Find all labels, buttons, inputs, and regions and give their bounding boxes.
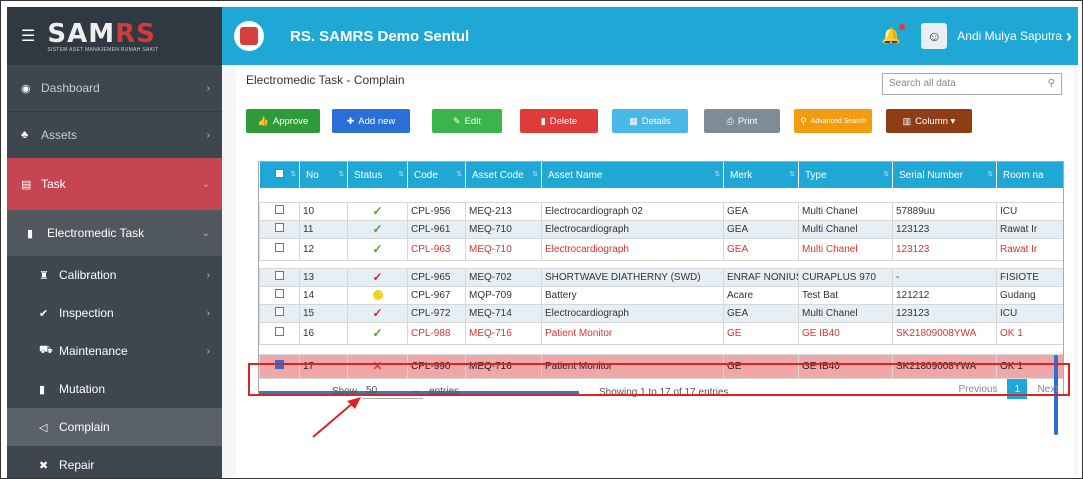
mutation-icon: ▮ — [39, 383, 46, 396]
assets-icon: ♣ — [21, 129, 29, 141]
row-checkbox[interactable] — [275, 327, 284, 336]
check-icon: ✓ — [372, 222, 383, 236]
pending-icon — [372, 289, 383, 300]
app-frame: ☰ SAMRS SISTEM ASET MANAJEMEN RUMAH SAKI… — [0, 0, 1083, 479]
hospital-title: RS. SAMRS Demo Sentul — [290, 27, 470, 45]
row-checkbox[interactable] — [275, 289, 284, 298]
hamburger-menu-icon[interactable]: ☰ — [21, 26, 35, 46]
user-avatar[interactable]: ☺ — [921, 23, 948, 49]
bell-icon[interactable]: 🔔 — [881, 24, 906, 46]
thumbs-up-icon: 👍 — [257, 115, 269, 126]
sidebar-item-electromedic-task[interactable]: ▮ Electromedic Task ⌄ — [7, 210, 222, 256]
task-icon: ▤ — [21, 178, 32, 191]
highlight-box — [248, 363, 1070, 396]
sidebar-item-complain[interactable]: ◁ Complain — [7, 408, 222, 446]
printer-icon: ⎙ — [726, 115, 734, 126]
maintenance-icon: ⛟ — [39, 344, 53, 356]
search-icon: ⚲ — [800, 115, 807, 126]
sidebar: ☰ SAMRS SISTEM ASET MANAJEMEN RUMAH SAKI… — [7, 7, 222, 478]
user-name[interactable]: Andi Mulya Saputra — [957, 29, 1062, 43]
row-checkbox[interactable] — [275, 205, 284, 214]
edit-button[interactable]: ✎ Edit — [432, 109, 502, 133]
check-icon: ✔ — [39, 307, 49, 320]
search-icon: ⚲ — [1047, 78, 1055, 89]
column-header-asset-code[interactable]: Asset Code ⇅ — [465, 162, 542, 188]
details-icon: ▦ — [629, 115, 638, 126]
sidebar-item-repair[interactable]: ✖ Repair — [7, 446, 222, 478]
table-row[interactable]: 11 ✓ CPL-961 MEQ-710 Electrocardiograph GE… — [259, 219, 1063, 239]
delete-button[interactable]: ▮ Delete — [520, 109, 598, 133]
row-checkbox[interactable] — [275, 223, 284, 232]
column-header-status[interactable]: Status ⇅ — [347, 162, 408, 188]
page-title: Electromedic Task - Complain — [246, 73, 405, 87]
chevron-down-icon: ⌄ — [201, 227, 210, 239]
row-checkbox[interactable] — [275, 243, 284, 252]
dashboard-icon: ◉ — [21, 82, 31, 95]
main-panel: Electromedic Task - Complain Search all … — [236, 65, 1074, 477]
edit-icon: ✎ — [453, 115, 461, 126]
table-row[interactable]: 15 ✓ CPL-972 MEQ-714 Electrocardiograph GE… — [259, 303, 1063, 323]
sidebar-item-assets[interactable]: ♣ Assets › — [7, 112, 222, 158]
chevron-right-icon: › — [206, 129, 210, 141]
row-checkbox[interactable] — [275, 307, 284, 316]
check-icon: ✓ — [372, 306, 383, 320]
column-header-room[interactable]: Room na — [996, 162, 1063, 188]
sidebar-item-inspection[interactable]: ✔ Inspection › — [7, 294, 222, 332]
plus-icon: ✚ — [346, 115, 355, 126]
table-row[interactable]: 10 ✓ CPL-956 MEQ-213 Electrocardiograph 02… — [259, 201, 1063, 221]
repair-icon: ✖ — [39, 459, 49, 472]
column-header-no[interactable]: No ⇅ — [299, 162, 348, 188]
column-header-merk[interactable]: Merk ⇅ — [723, 162, 799, 188]
hospital-icon — [234, 21, 264, 51]
logo-bar: ☰ SAMRS SISTEM ASET MANAJEMEN RUMAH SAKI… — [7, 7, 222, 65]
approve-button[interactable]: 👍 Approve — [246, 109, 320, 133]
details-button[interactable]: ▦ Details — [612, 109, 688, 133]
select-all-checkbox[interactable]: ⇅ — [259, 162, 300, 188]
table-row[interactable]: 13 ✓ CPL-965 MEQ-702 SHORTWAVE DIATHERNY (… — [259, 267, 1063, 287]
check-icon: ✓ — [372, 270, 383, 284]
chevron-down-icon: ⌄ — [201, 178, 210, 190]
check-icon: ✓ — [372, 204, 383, 218]
logo: SAMRS SISTEM ASET MANAJEMEN RUMAH SAKIT — [47, 19, 159, 53]
trash-icon: ▮ — [540, 115, 546, 126]
top-bar: RS. SAMRS Demo Sentul 🔔 ☺ Andi Mulya Sap… — [222, 7, 1078, 65]
sidebar-item-calibration[interactable]: ♜ Calibration › — [7, 256, 222, 294]
table-row[interactable]: 12 ✓ CPL-963 MEQ-710 Electrocardiograph GE… — [259, 237, 1063, 261]
column-header-serial-number[interactable]: Serial Number ⇅ — [892, 162, 997, 188]
data-table: ⇅ No ⇅ Status ⇅ Code ⇅ Asset Code ⇅ Asset Na… — [258, 161, 1064, 395]
chevron-right-icon: › — [206, 307, 210, 319]
chevron-right-icon: › — [206, 82, 210, 94]
check-icon: ✓ — [372, 326, 383, 340]
check-icon: ✓ — [372, 242, 383, 256]
megaphone-icon: ◁ — [39, 421, 48, 434]
column-header-type[interactable]: Type ⇅ — [798, 162, 893, 188]
chevron-right-icon[interactable]: › — [1066, 26, 1072, 47]
column-header-asset-name[interactable]: Asset Name ⇅ — [541, 162, 724, 188]
advanced-search-button[interactable]: ⚲ Advanced Search — [794, 109, 872, 133]
table-row[interactable]: 16 ✓ CPL-988 MEQ-716 Patient Monitor GE GE … — [259, 321, 1063, 345]
chevron-right-icon: › — [206, 269, 210, 281]
sidebar-item-dashboard[interactable]: ◉ Dashboard › — [7, 65, 222, 111]
sidebar-item-maintenance[interactable]: ⛟ Maintenance › — [7, 332, 222, 370]
table-row[interactable]: 14 CPL-967 MQP-709 Battery Acare Test Bat 12… — [259, 285, 1063, 305]
columns-icon: ▥ — [902, 115, 912, 126]
row-checkbox[interactable] — [275, 271, 284, 280]
sidebar-item-mutation[interactable]: ▮ Mutation — [7, 370, 222, 408]
file-icon: ▮ — [27, 227, 34, 240]
search-input[interactable]: Search all data ⚲ — [882, 73, 1062, 95]
column-header-code[interactable]: Code ⇅ — [407, 162, 466, 188]
calibration-icon: ♜ — [39, 269, 49, 282]
chevron-right-icon: › — [206, 345, 210, 357]
print-button[interactable]: ⎙ Print — [704, 109, 780, 133]
add-new-button[interactable]: ✚ Add new — [332, 109, 410, 133]
column-button[interactable]: ▥ Column ▾ — [886, 109, 972, 133]
content-area: Electromedic Task - Complain Search all … — [222, 65, 1078, 477]
sidebar-item-task[interactable]: ▤ Task ⌄ — [7, 158, 222, 210]
